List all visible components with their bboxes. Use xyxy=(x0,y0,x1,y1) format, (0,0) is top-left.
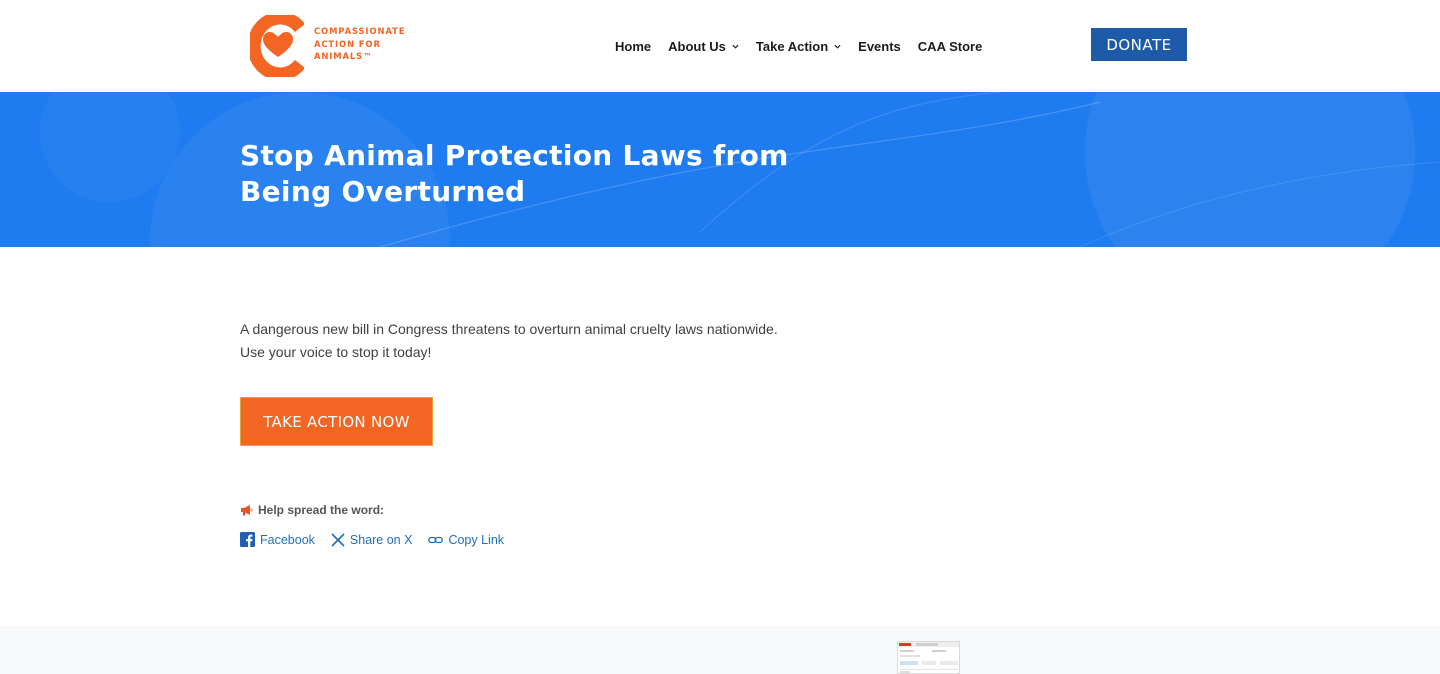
share-facebook-link[interactable]: Facebook xyxy=(240,532,315,547)
chevron-down-icon xyxy=(834,44,841,49)
hero-banner: Stop Animal Protection Laws from Being O… xyxy=(0,92,1440,247)
site-header: COMPASSIONATE ACTION FOR ANIMALS™ Home A… xyxy=(0,0,1440,92)
share-link-label: Copy Link xyxy=(448,532,505,547)
megaphone-icon xyxy=(241,505,253,516)
take-action-now-button[interactable]: TAKE ACTION NOW xyxy=(240,397,433,446)
share-label-text: Help spread the word: xyxy=(258,503,385,517)
share-link-label: Facebook xyxy=(260,532,315,547)
nav-item-events[interactable]: Events xyxy=(858,39,901,54)
share-x-link[interactable]: Share on X xyxy=(331,532,413,547)
nav-item-label: Events xyxy=(858,38,901,54)
nav-item-home[interactable]: Home xyxy=(615,39,651,54)
x-icon xyxy=(331,532,345,547)
logo-line: ACTION FOR xyxy=(314,38,381,49)
intro-text: A dangerous new bill in Congress threate… xyxy=(240,318,840,364)
share-label: Help spread the word: xyxy=(240,503,384,517)
link-icon xyxy=(428,535,444,545)
caa-heart-logo-icon xyxy=(247,11,306,81)
intro-line: A dangerous new bill in Congress threate… xyxy=(240,321,778,337)
preview-thumbnail xyxy=(897,641,960,674)
nav-item-take-action[interactable]: Take Action xyxy=(756,39,841,54)
nav-item-label: Home xyxy=(615,38,652,54)
facebook-icon xyxy=(240,532,255,547)
nav-item-label: About Us xyxy=(668,38,726,54)
copy-link-button[interactable]: Copy Link xyxy=(428,533,504,547)
main-nav: Home About Us Take Action Events CAA Sto… xyxy=(615,37,982,55)
page-title: Stop Animal Protection Laws from Being O… xyxy=(240,139,789,208)
share-links: Facebook Share on X Copy Link xyxy=(240,532,520,547)
share-link-label: Share on X xyxy=(349,532,413,547)
logo-wordmark: COMPASSIONATE ACTION FOR ANIMALS™ xyxy=(314,25,405,62)
donate-button[interactable]: DONATE xyxy=(1091,28,1187,61)
site-logo[interactable]: COMPASSIONATE ACTION FOR ANIMALS™ xyxy=(247,11,420,81)
nav-item-label: Take Action xyxy=(755,38,829,54)
nav-item-about-us[interactable]: About Us xyxy=(668,39,739,54)
footer-section xyxy=(0,626,1440,674)
logo-line: ANIMALS™ xyxy=(314,51,373,62)
intro-line: Use your voice to stop it today! xyxy=(240,344,432,360)
nav-item-label: CAA Store xyxy=(917,38,983,54)
nav-item-caa-store[interactable]: CAA Store xyxy=(918,39,983,54)
chevron-down-icon xyxy=(732,44,739,49)
logo-line: COMPASSIONATE xyxy=(314,26,406,37)
